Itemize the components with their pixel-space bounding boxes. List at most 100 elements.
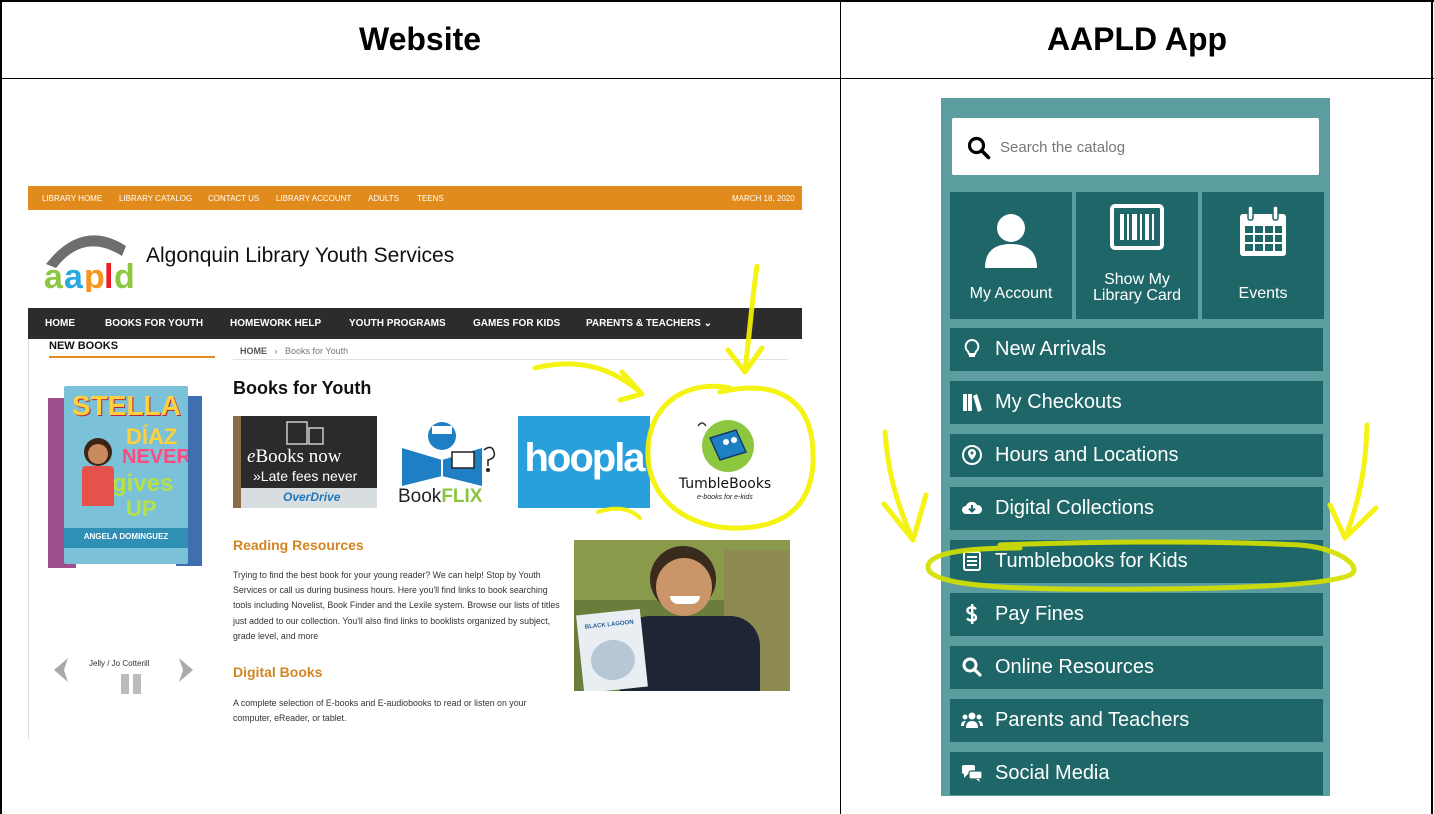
table-column-divider xyxy=(840,0,841,814)
svg-text:a: a xyxy=(64,258,84,292)
overdrive-brand: OverDrive xyxy=(283,490,341,504)
barcode-icon xyxy=(1110,204,1164,250)
sidebar-heading-underline xyxy=(49,356,215,358)
menu-label: Tumblebooks for Kids xyxy=(995,550,1188,572)
header-app: AAPLD App xyxy=(1046,20,1228,57)
calendar-icon xyxy=(1240,206,1286,256)
sidebar-border xyxy=(28,339,29,739)
menu-label: Parents and Teachers xyxy=(995,709,1190,731)
app-screenshot: Search the catalog My Account Show My Li… xyxy=(941,98,1330,796)
book-author: ANGELA DOMINGUEZ xyxy=(83,532,169,541)
breadcrumb-home[interactable]: HOME xyxy=(240,346,267,356)
dollar-icon xyxy=(966,604,978,624)
boy-reading-photo: BLACK LAGOON xyxy=(574,540,790,691)
topbar-library-home[interactable]: LIBRARY HOME xyxy=(42,194,102,203)
books-icon xyxy=(963,394,982,412)
svg-text:a: a xyxy=(44,258,64,292)
bookflix-tile[interactable]: BookFLIX xyxy=(398,416,503,508)
library-card-label-line2: Library Card xyxy=(1092,287,1182,304)
menu-social-media[interactable]: Social Media xyxy=(950,752,1323,795)
tumblebooks-logo-icon xyxy=(697,420,754,472)
carousel-next-icon[interactable] xyxy=(175,656,197,684)
events-label: Events xyxy=(1238,285,1288,302)
location-icon xyxy=(962,445,982,465)
catalog-search[interactable]: Search the catalog xyxy=(952,118,1319,175)
topbar-adults[interactable]: ADULTS xyxy=(368,194,399,203)
website-screenshot: LIBRARY HOME LIBRARY CATALOG CONTACT US … xyxy=(28,186,802,746)
users-icon xyxy=(961,712,983,728)
devices-icon xyxy=(286,421,324,445)
overdrive-tile[interactable]: eBooks now »Late fees never OverDrive xyxy=(233,416,377,508)
table-header-divider xyxy=(0,78,1434,79)
breadcrumb-divider xyxy=(233,359,788,360)
breadcrumb-current: Books for Youth xyxy=(285,346,349,356)
reading-resources-text: Trying to find the best book for your yo… xyxy=(233,570,560,641)
site-topbar: LIBRARY HOME LIBRARY CATALOG CONTACT US … xyxy=(28,186,802,210)
nav-parents-teachers[interactable]: PARENTS & TEACHERS ⌄ xyxy=(586,318,712,329)
search-icon xyxy=(967,136,991,160)
bookflix-reader-icon xyxy=(402,422,496,486)
nav-youth-programs[interactable]: YOUTH PROGRAMS xyxy=(349,318,446,329)
reading-resources-heading[interactable]: Reading Resources xyxy=(233,537,364,553)
overdrive-tagline-1: eBooks now xyxy=(247,446,342,467)
digital-books-heading[interactable]: Digital Books xyxy=(233,664,322,680)
menu-label: Pay Fines xyxy=(995,603,1084,625)
carousel-prev-icon[interactable] xyxy=(50,656,72,684)
comments-icon xyxy=(962,765,983,782)
search-input[interactable]: Search the catalog xyxy=(1000,139,1125,156)
menu-online-resources[interactable]: Online Resources xyxy=(950,646,1323,689)
table-border-left xyxy=(0,0,2,814)
table-border-right xyxy=(1431,0,1433,814)
topbar-library-catalog[interactable]: LIBRARY CATALOG xyxy=(119,194,192,203)
logo-arch-icon: a a p l d xyxy=(44,235,135,296)
topbar-date: MARCH 18, 2020 xyxy=(732,194,795,203)
menu-digital-collections[interactable]: Digital Collections xyxy=(950,487,1323,530)
site-title: Algonquin Library Youth Services xyxy=(146,244,455,267)
events-tile[interactable]: Events xyxy=(1202,192,1324,319)
carousel-pause-icon[interactable] xyxy=(120,673,142,695)
menu-label: New Arrivals xyxy=(995,338,1107,360)
lightbulb-icon xyxy=(964,338,980,357)
sidebar-heading: NEW BOOKS xyxy=(49,340,119,352)
nav-homework-help[interactable]: HOMEWORK HELP xyxy=(230,318,321,329)
hoopla-tile[interactable]: hoopla xyxy=(518,416,650,508)
svg-text:l: l xyxy=(104,258,113,292)
menu-label: Social Media xyxy=(995,762,1110,784)
menu-label: Hours and Locations xyxy=(995,444,1179,466)
menu-my-checkouts[interactable]: My Checkouts xyxy=(950,381,1323,424)
tumblebooks-name: TumbleBooks xyxy=(678,476,772,492)
library-card-tile[interactable]: Show My Library Card xyxy=(1076,192,1198,319)
topbar-library-account[interactable]: LIBRARY ACCOUNT xyxy=(276,194,351,203)
my-account-tile[interactable]: My Account xyxy=(950,192,1072,319)
site-main-nav: HOME BOOKS FOR YOUTH HOMEWORK HELP YOUTH… xyxy=(28,308,802,339)
tumblebooks-tile[interactable]: TumbleBooks e-books for e-kids xyxy=(660,416,790,508)
my-account-label: My Account xyxy=(969,285,1053,302)
nav-home[interactable]: HOME xyxy=(45,318,75,329)
menu-label: Online Resources xyxy=(995,656,1154,678)
person-icon xyxy=(985,214,1037,268)
menu-pay-fines[interactable]: Pay Fines xyxy=(950,593,1323,636)
hoopla-wordmark: hoopla xyxy=(524,436,645,480)
book-cover[interactable]: STELLA DÍAZ NEVER gives UP ANGELA DOMING… xyxy=(64,386,188,564)
digital-books-text: A complete selection of E-books and E-au… xyxy=(233,698,527,724)
menu-parents-teachers[interactable]: Parents and Teachers xyxy=(950,699,1323,742)
svg-text:d: d xyxy=(114,258,135,292)
aapld-logo[interactable]: a a p l d xyxy=(42,224,142,296)
bookflix-wordmark: BookFLIX xyxy=(398,486,483,507)
new-books-carousel[interactable]: STELLA DÍAZ NEVER gives UP ANGELA DOMING… xyxy=(48,386,204,586)
breadcrumb-separator: › xyxy=(274,346,278,356)
topbar-teens[interactable]: TEENS xyxy=(417,194,444,203)
list-alt-icon xyxy=(963,551,981,571)
menu-tumblebooks[interactable]: Tumblebooks for Kids xyxy=(950,540,1323,583)
nav-games-for-kids[interactable]: GAMES FOR KIDS xyxy=(473,318,560,329)
nav-books-for-youth[interactable]: BOOKS FOR YOUTH xyxy=(105,318,203,329)
topbar-contact-us[interactable]: CONTACT US xyxy=(208,194,259,203)
search-icon xyxy=(962,657,982,677)
header-website: Website xyxy=(358,20,482,57)
book-title-line4: gives xyxy=(112,470,174,497)
menu-new-arrivals[interactable]: New Arrivals xyxy=(950,328,1323,371)
menu-hours-locations[interactable]: Hours and Locations xyxy=(950,434,1323,477)
carousel-caption: Jelly / Jo Cotterill xyxy=(89,659,150,668)
book-title-line3: NEVER xyxy=(122,446,188,468)
tumblebooks-tagline: e-books for e-kids xyxy=(697,494,753,501)
